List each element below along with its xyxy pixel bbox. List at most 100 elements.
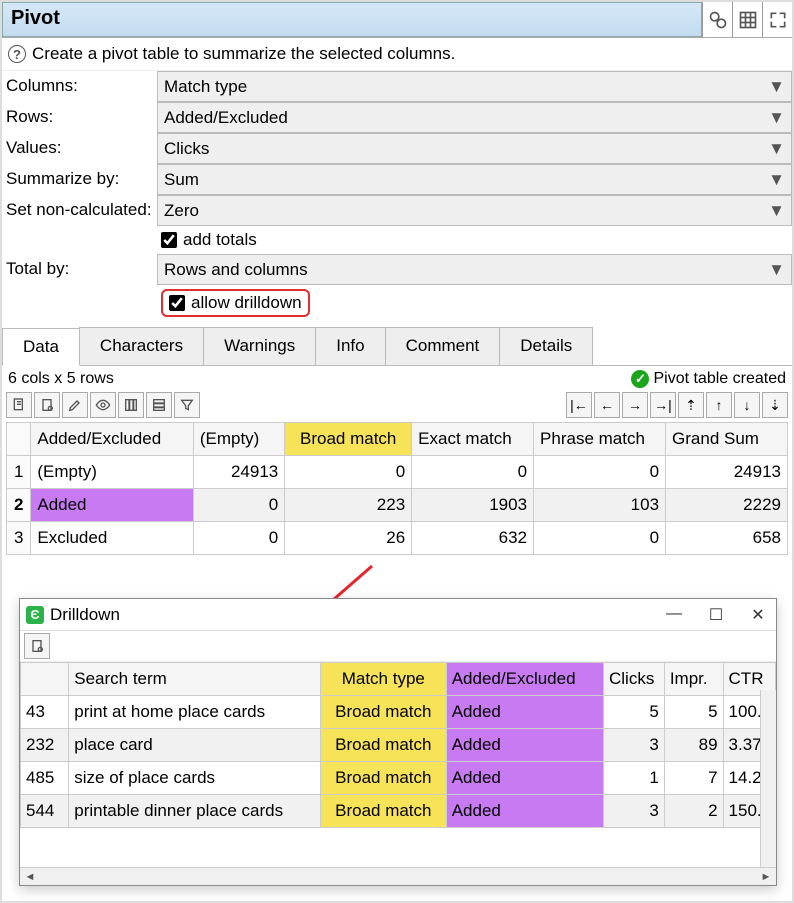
table-row[interactable]: 3Excluded0266320658 xyxy=(7,522,788,555)
summarize-dropdown[interactable]: Sum▼ xyxy=(157,164,792,195)
values-dropdown[interactable]: Clicks▼ xyxy=(157,133,792,164)
drilldown-titlebar[interactable]: Є Drilldown — ☐ ✕ xyxy=(20,599,776,631)
row-header[interactable]: (Empty) xyxy=(31,456,193,489)
paste-icon[interactable] xyxy=(34,392,60,418)
cell[interactable]: Added xyxy=(446,762,603,795)
table-row[interactable]: 485size of place cardsBroad matchAdded17… xyxy=(21,762,776,795)
cell[interactable]: 103 xyxy=(534,489,666,522)
noncalc-dropdown[interactable]: Zero▼ xyxy=(157,195,792,226)
expand-icon[interactable] xyxy=(762,2,792,37)
cell[interactable]: 0 xyxy=(534,522,666,555)
cell[interactable]: 232 xyxy=(21,729,69,762)
pivot-col-header[interactable]: Exact match xyxy=(412,423,534,456)
tab-details[interactable]: Details xyxy=(499,327,593,365)
clipboard-icon[interactable] xyxy=(24,633,50,659)
tab-data[interactable]: Data xyxy=(2,328,80,366)
cell[interactable]: place card xyxy=(69,729,321,762)
go-up-icon[interactable]: ↑ xyxy=(706,392,732,418)
tab-info[interactable]: Info xyxy=(315,327,385,365)
close-icon[interactable]: ✕ xyxy=(746,605,770,625)
cell[interactable]: 0 xyxy=(285,456,412,489)
cell[interactable]: 0 xyxy=(193,522,284,555)
cell[interactable]: printable dinner place cards xyxy=(69,795,321,828)
table-row[interactable]: 232place cardBroad matchAdded3893.37% xyxy=(21,729,776,762)
table-icon[interactable] xyxy=(732,2,762,37)
scroll-right-icon[interactable]: ► xyxy=(758,870,774,884)
cell[interactable]: size of place cards xyxy=(69,762,321,795)
drilldown-table[interactable]: Search term Match type Added/Excluded Cl… xyxy=(20,662,776,828)
cell[interactable]: Broad match xyxy=(320,729,446,762)
cell[interactable]: 3 xyxy=(604,795,665,828)
drill-col-header[interactable]: Match type xyxy=(320,663,446,696)
cell[interactable]: Broad match xyxy=(320,762,446,795)
cell[interactable]: 24913 xyxy=(666,456,788,489)
drill-col-header[interactable]: Clicks xyxy=(604,663,665,696)
go-last-icon[interactable]: →| xyxy=(650,392,676,418)
cell[interactable]: print at home place cards xyxy=(69,696,321,729)
cell[interactable]: 2 xyxy=(664,795,723,828)
cell[interactable]: 2229 xyxy=(666,489,788,522)
cell[interactable]: Added xyxy=(446,729,603,762)
drill-col-header[interactable]: Impr. xyxy=(664,663,723,696)
tab-warnings[interactable]: Warnings xyxy=(203,327,316,365)
add-totals-checkbox[interactable] xyxy=(161,232,177,248)
go-first-icon[interactable]: |← xyxy=(566,392,592,418)
go-top-icon[interactable]: ⇡ xyxy=(678,392,704,418)
cell[interactable]: 3 xyxy=(604,729,665,762)
edit-icon[interactable] xyxy=(62,392,88,418)
pivot-col-header[interactable]: Phrase match xyxy=(534,423,666,456)
rows-icon[interactable] xyxy=(146,392,172,418)
cell[interactable]: 1903 xyxy=(412,489,534,522)
vertical-scrollbar[interactable] xyxy=(760,690,776,867)
cell[interactable]: 5 xyxy=(604,696,665,729)
cell[interactable]: 1 xyxy=(604,762,665,795)
tab-comment[interactable]: Comment xyxy=(385,327,501,365)
go-bottom-icon[interactable]: ⇣ xyxy=(762,392,788,418)
cell[interactable]: Broad match xyxy=(320,696,446,729)
columns-icon[interactable] xyxy=(118,392,144,418)
cell[interactable]: 0 xyxy=(412,456,534,489)
cell[interactable]: 658 xyxy=(666,522,788,555)
cell[interactable]: Added xyxy=(446,795,603,828)
maximize-icon[interactable]: ☐ xyxy=(704,605,728,625)
drill-col-header[interactable]: Added/Excluded xyxy=(446,663,603,696)
eye-icon[interactable] xyxy=(90,392,116,418)
settings-icon[interactable] xyxy=(702,2,732,37)
cell[interactable]: 89 xyxy=(664,729,723,762)
cell[interactable]: 544 xyxy=(21,795,69,828)
table-row[interactable]: 1(Empty)2491300024913 xyxy=(7,456,788,489)
pivot-col-header[interactable]: Added/Excluded xyxy=(31,423,193,456)
cell[interactable]: 26 xyxy=(285,522,412,555)
table-row[interactable]: 43print at home place cardsBroad matchAd… xyxy=(21,696,776,729)
tab-characters[interactable]: Characters xyxy=(79,327,204,365)
cell[interactable]: 223 xyxy=(285,489,412,522)
cell[interactable]: 0 xyxy=(534,456,666,489)
cell[interactable]: 7 xyxy=(664,762,723,795)
pivot-table[interactable]: Added/Excluded (Empty) Broad match Exact… xyxy=(6,422,788,555)
filter-icon[interactable] xyxy=(174,392,200,418)
go-down-icon[interactable]: ↓ xyxy=(734,392,760,418)
row-header[interactable]: Added xyxy=(31,489,193,522)
table-row[interactable]: 544printable dinner place cardsBroad mat… xyxy=(21,795,776,828)
cell[interactable]: 0 xyxy=(193,489,284,522)
horizontal-scrollbar[interactable]: ◄ ► xyxy=(20,867,776,885)
allow-drilldown-checkbox[interactable] xyxy=(169,295,185,311)
cell[interactable]: 43 xyxy=(21,696,69,729)
columns-dropdown[interactable]: Match type▼ xyxy=(157,71,792,102)
go-next-icon[interactable]: → xyxy=(622,392,648,418)
rows-dropdown[interactable]: Added/Excluded▼ xyxy=(157,102,792,133)
pivot-col-header[interactable]: Grand Sum xyxy=(666,423,788,456)
totalby-dropdown[interactable]: Rows and columns▼ xyxy=(157,254,792,285)
drill-col-header[interactable]: Search term xyxy=(69,663,321,696)
pivot-col-header-highlight[interactable]: Broad match xyxy=(285,423,412,456)
pivot-col-header[interactable]: (Empty) xyxy=(193,423,284,456)
cell[interactable]: 24913 xyxy=(193,456,284,489)
cell[interactable]: Added xyxy=(446,696,603,729)
copy-icon[interactable] xyxy=(6,392,32,418)
cell[interactable]: 485 xyxy=(21,762,69,795)
cell[interactable]: 5 xyxy=(664,696,723,729)
go-prev-icon[interactable]: ← xyxy=(594,392,620,418)
cell[interactable]: 632 xyxy=(412,522,534,555)
table-row[interactable]: 2Added022319031032229 xyxy=(7,489,788,522)
row-header[interactable]: Excluded xyxy=(31,522,193,555)
